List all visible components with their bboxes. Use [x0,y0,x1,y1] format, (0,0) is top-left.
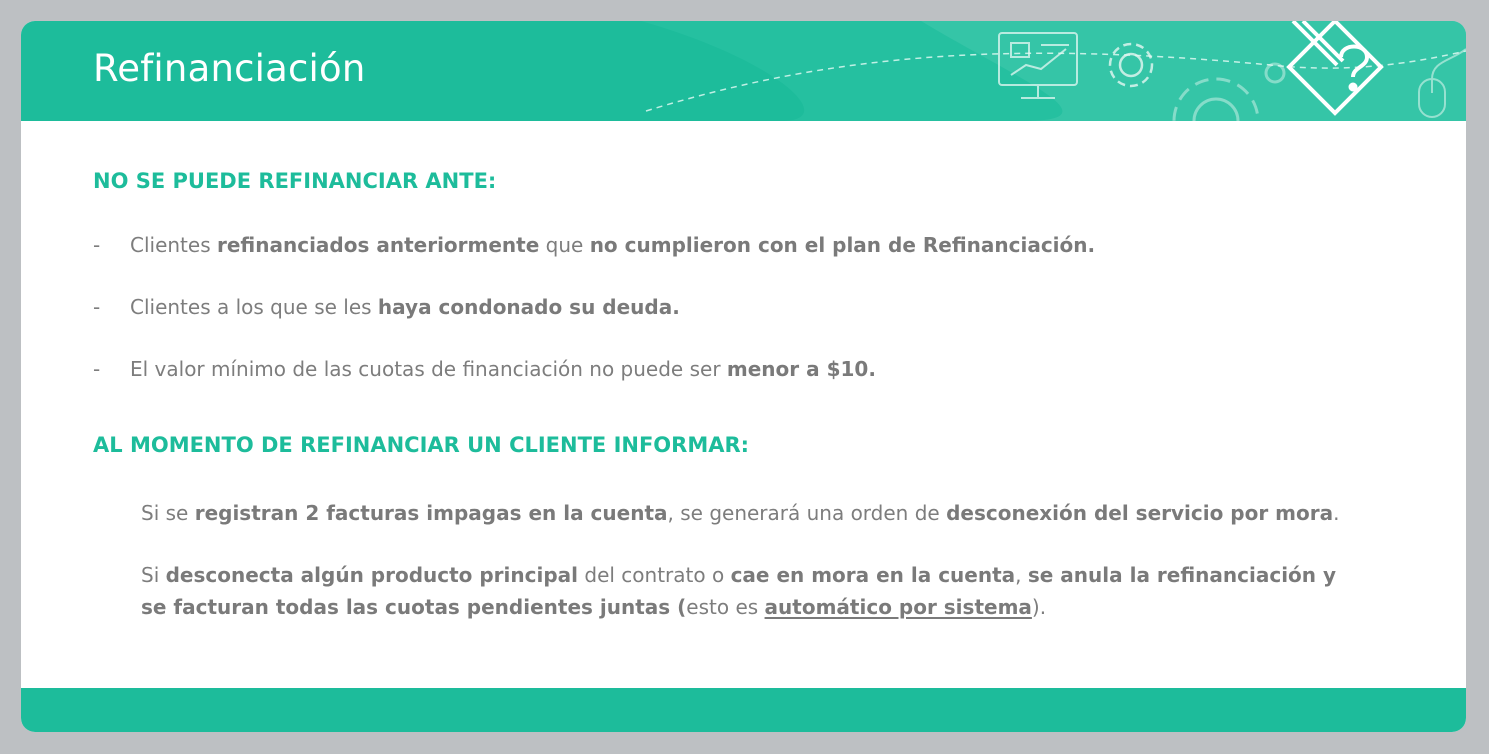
info-paragraph-desconexion: Si desconecta algún producto principal d… [141,563,1337,619]
footer-band [21,688,1466,732]
page-title: Refinanciación [93,47,366,90]
slide: Refinanciación NO SE PUEDE REFINANCIAR A… [21,21,1466,732]
section-heading-no-refinanciar: NO SE PUEDE REFINANCIAR ANTE: [93,169,497,193]
bullet-dash: - [93,233,101,257]
bullet-dash: - [93,357,101,381]
list-item-text: Clientes a los que se les haya condonado… [130,295,680,319]
info-paragraph-facturas: Si se registran 2 facturas impagas en la… [141,501,1340,525]
bullet-dash: - [93,295,101,319]
list-item-text: Clientes refinanciados anteriormente que… [130,233,1096,257]
list-item-text: El valor mínimo de las cuotas de financi… [130,357,876,381]
section-heading-informar: AL MOMENTO DE REFINANCIAR UN CLIENTE INF… [93,433,750,457]
automatic-note: automático por sistema [764,595,1032,619]
header-banner: Refinanciación [21,21,1466,121]
